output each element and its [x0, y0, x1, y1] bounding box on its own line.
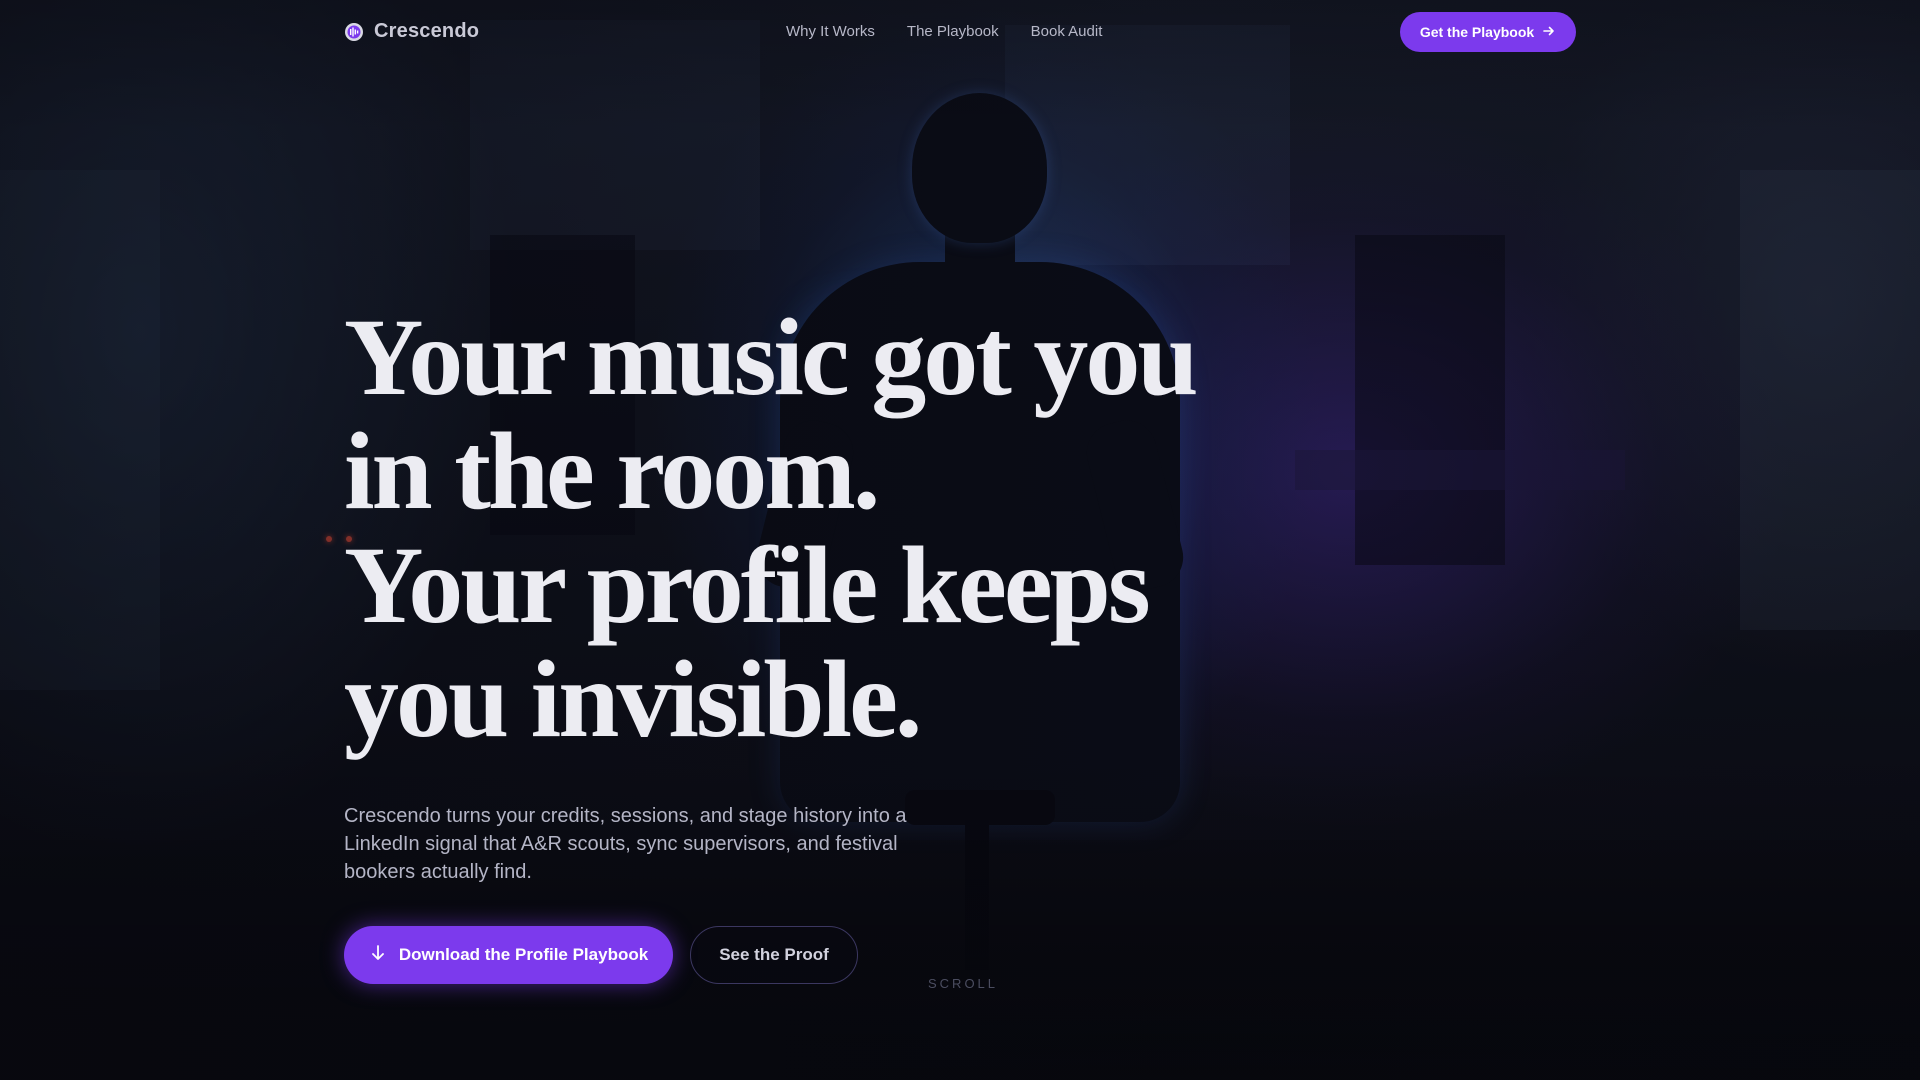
download-playbook-label: Download the Profile Playbook [398, 945, 649, 964]
see-proof-label: See the Proof [719, 945, 829, 964]
nav-link-why-it-works[interactable]: Why It Works [786, 23, 875, 40]
arrow-right-icon [1542, 24, 1556, 41]
brand-name: Crescendo [374, 20, 480, 42]
get-playbook-button[interactable]: Get the Playbook [1400, 12, 1576, 52]
crescendo-logo-icon [344, 22, 364, 42]
hero-headline: Your music got you in the room. Your pro… [344, 300, 1244, 756]
brand-logo[interactable]: Crescendo [344, 20, 479, 43]
headline-line: Your profile keeps [344, 524, 1151, 646]
get-playbook-label: Get the Playbook [1419, 24, 1535, 40]
main-nav: Why It Works The Playbook Book Audit [786, 23, 1102, 40]
nav-link-the-playbook[interactable]: The Playbook [907, 23, 999, 40]
headline-line: you invisible. [344, 638, 922, 760]
headline-line: in the room. [344, 410, 880, 532]
scroll-hint: SCROLL [928, 976, 999, 991]
headline-line: Your music got you [344, 296, 1199, 418]
arrow-down-icon [369, 944, 387, 967]
hero-subtext: Crescendo turns your credits, sessions, … [344, 805, 907, 883]
site-header: Crescendo Why It Works The Playbook Book… [344, 0, 1576, 64]
nav-link-book-audit[interactable]: Book Audit [1031, 23, 1103, 40]
hero-section: Your music got you in the room. Your pro… [344, 300, 1244, 756]
see-proof-button[interactable]: See the Proof [690, 926, 858, 984]
download-playbook-button[interactable]: Download the Profile Playbook [344, 926, 673, 984]
